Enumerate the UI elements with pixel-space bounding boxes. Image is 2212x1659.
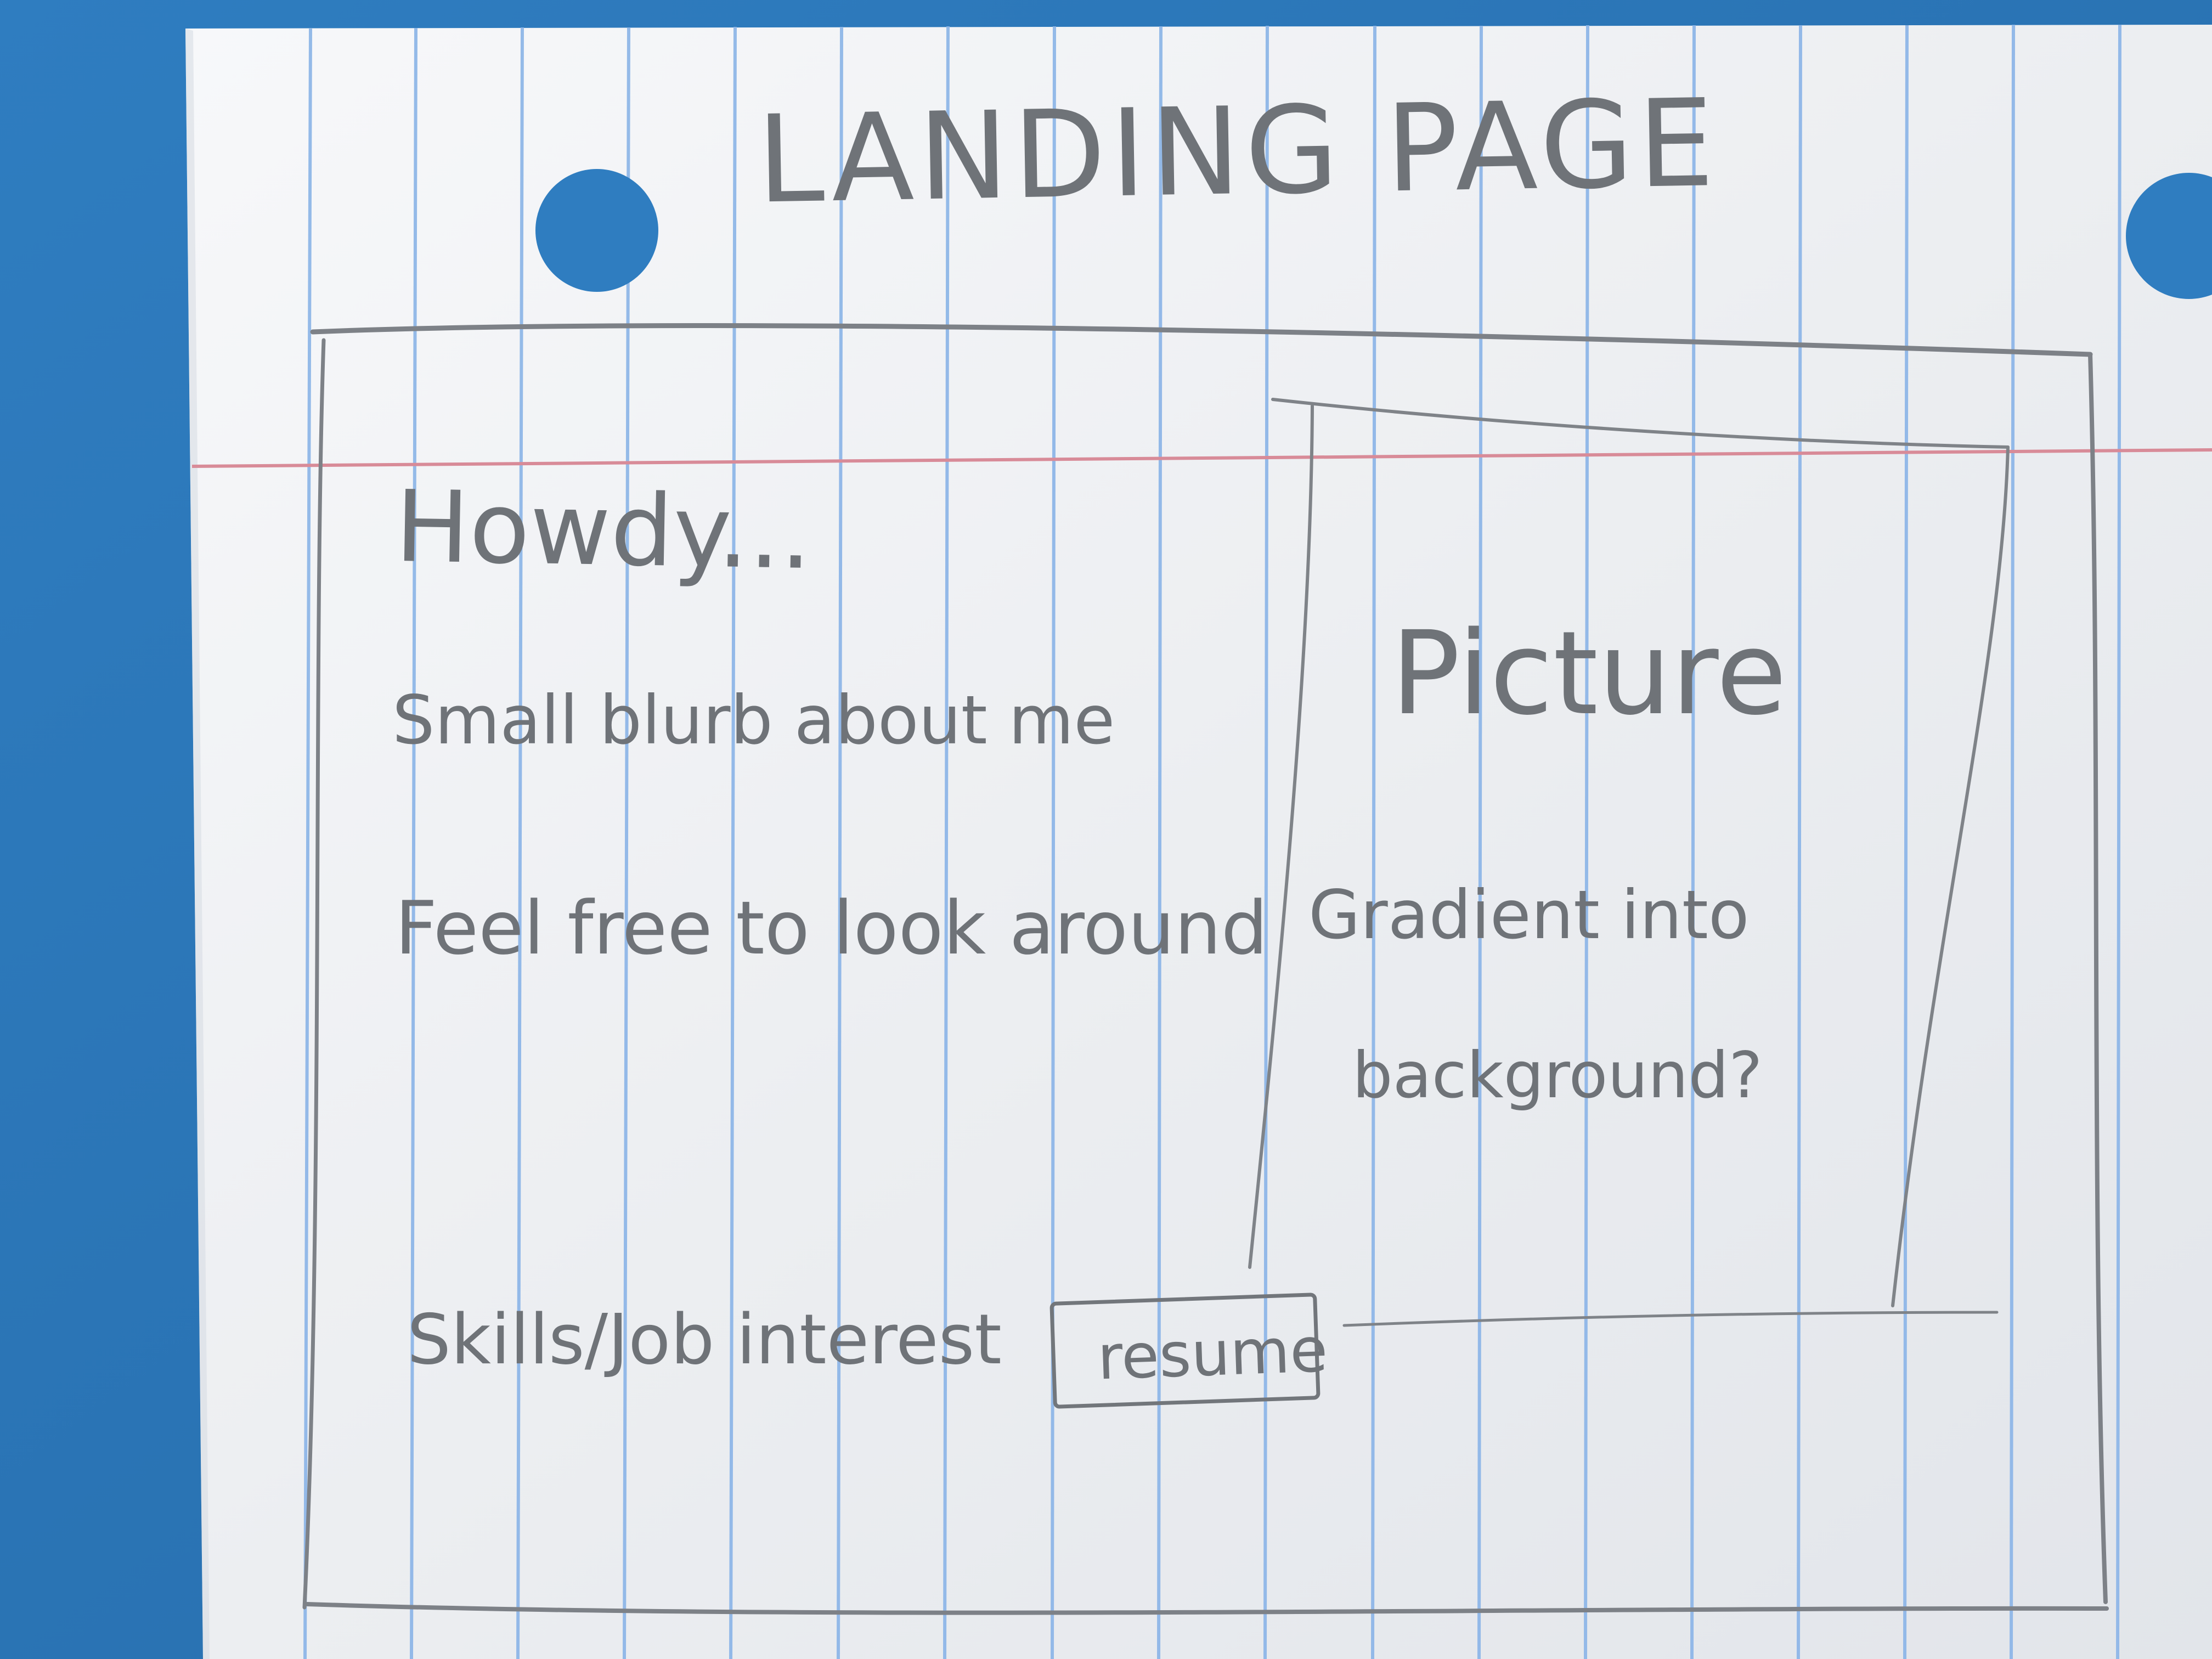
picture-label: Picture — [1391, 606, 1787, 741]
punch-hole-left — [535, 169, 658, 292]
skills-label: Skills/Job interest — [407, 1299, 1002, 1380]
invite-text: Feel free to look around — [395, 885, 1268, 971]
blurb-text: Small blurb about me — [392, 681, 1115, 759]
picture-note-line2: background? — [1352, 1039, 1763, 1113]
resume-label[interactable]: resume — [1096, 1314, 1329, 1394]
page-title: LANDING PAGE — [756, 73, 1720, 230]
picture-note-line1: Gradient into — [1308, 876, 1749, 954]
notebook-photo-scene: LANDING PAGE Howdy... Small blurb about … — [0, 0, 2212, 1659]
greeting-text: Howdy... — [394, 470, 812, 591]
